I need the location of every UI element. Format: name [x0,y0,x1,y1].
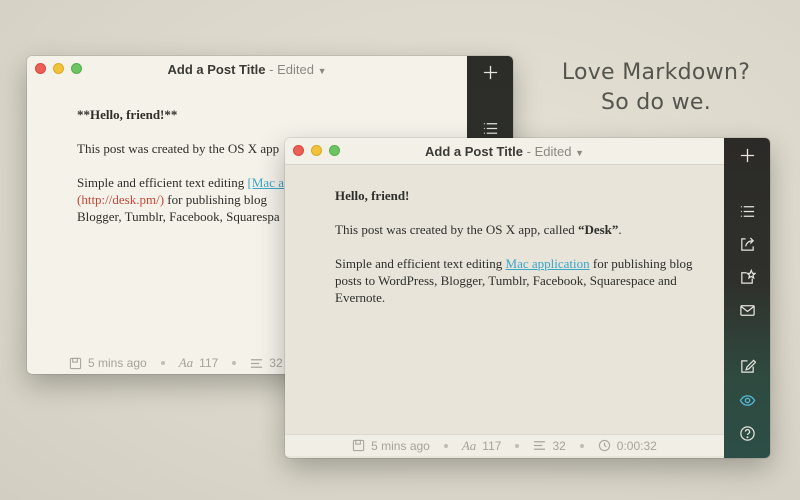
edit-state: Edited [534,144,572,159]
edit-mode-button[interactable] [724,355,770,383]
title-separator: - [523,144,535,159]
doc-text: . [618,222,622,237]
writing-time: 0:00:32 [598,439,657,453]
plus-icon [482,64,499,86]
list-icon [739,203,756,225]
lines-icon [533,439,546,452]
preview-button[interactable] [724,389,770,417]
edit-icon [739,358,756,380]
word-count: 32 [250,356,283,370]
character-count-value: 117 [199,356,219,370]
doc-heading: **Hello, friend!** [77,107,178,122]
help-button[interactable] [724,422,770,450]
share-icon [739,236,756,258]
separator-dot [515,443,520,448]
edit-state: Edited [277,62,314,77]
doc-link[interactable]: Mac application [506,256,590,271]
doc-text: Blogger, Tumblr, Facebook, Squarespa [77,209,280,224]
character-count: Aa 117 [179,355,219,371]
tagline: Love Markdown? So do we. [540,58,772,118]
editor-window-front: Add a Post Title - Edited ▼ Hello, frien… [285,138,770,458]
publish-button[interactable] [724,266,770,294]
caret-down-icon: ▼ [317,66,327,76]
separator-dot [160,361,165,365]
title-separator: - [265,62,278,77]
word-count-value: 32 [269,356,283,370]
word-count: 32 [533,438,566,453]
doc-text: This post was created by the OS X app, c… [335,222,578,237]
title-bar: Add a Post Title - Edited ▼ [27,56,467,83]
last-saved: 5 mins ago [352,439,430,453]
last-saved-text: 5 mins ago [371,438,430,453]
word-count-value: 32 [552,438,566,453]
new-post-button[interactable] [724,144,770,172]
eye-icon [739,392,756,414]
tagline-line-2: So do we. [600,90,712,115]
share-button[interactable] [724,233,770,261]
plus-icon [739,147,756,169]
doc-paragraph-1: This post was created by the OS X app, c… [335,221,695,238]
clock-icon [598,439,611,452]
window-title[interactable]: Add a Post Title - Edited ▼ [27,62,467,77]
window-title[interactable]: Add a Post Title - Edited ▼ [285,144,724,159]
doc-url: (http://desk.pm/) [77,192,165,207]
preview-pane: Hello, friend! This post was created by … [335,187,695,323]
caret-down-icon: ▼ [575,148,584,158]
publish-icon [739,268,757,291]
doc-link[interactable]: [Mac a [248,175,284,190]
doc-paragraph-2: Simple and efficient text editing Mac ap… [335,255,695,306]
character-count: Aa 117 [462,438,502,454]
sidebar [724,138,770,458]
outline-button[interactable] [724,200,770,228]
status-bar: 5 mins ago Aa 117 32 0:00:32 [285,434,724,456]
last-saved: 5 mins ago [69,356,147,370]
help-icon [739,425,756,447]
tagline-line-1: Love Markdown? [561,60,751,85]
last-saved-text: 5 mins ago [88,356,147,370]
post-title: Add a Post Title [167,62,266,77]
save-icon [69,357,82,370]
doc-text: for publishing blog [164,192,267,207]
doc-text: Simple and efficient text editing [77,175,248,190]
lines-icon [250,357,263,370]
doc-text: Simple and efficient text editing [335,256,506,271]
post-title: Add a Post Title [425,144,523,159]
mail-icon [739,302,756,324]
font-icon: Aa [461,437,477,453]
email-button[interactable] [724,299,770,327]
new-post-button[interactable] [467,61,513,89]
font-icon: Aa [178,355,194,370]
separator-dot [443,443,448,448]
doc-heading: Hello, friend! [335,188,410,203]
separator-dot [579,443,584,448]
doc-bold-text: “Desk” [577,222,619,237]
character-count-value: 117 [482,438,502,453]
separator-dot [232,361,237,365]
writing-time-value: 0:00:32 [616,438,657,453]
save-icon [352,439,365,452]
title-bar: Add a Post Title - Edited ▼ [285,138,724,165]
